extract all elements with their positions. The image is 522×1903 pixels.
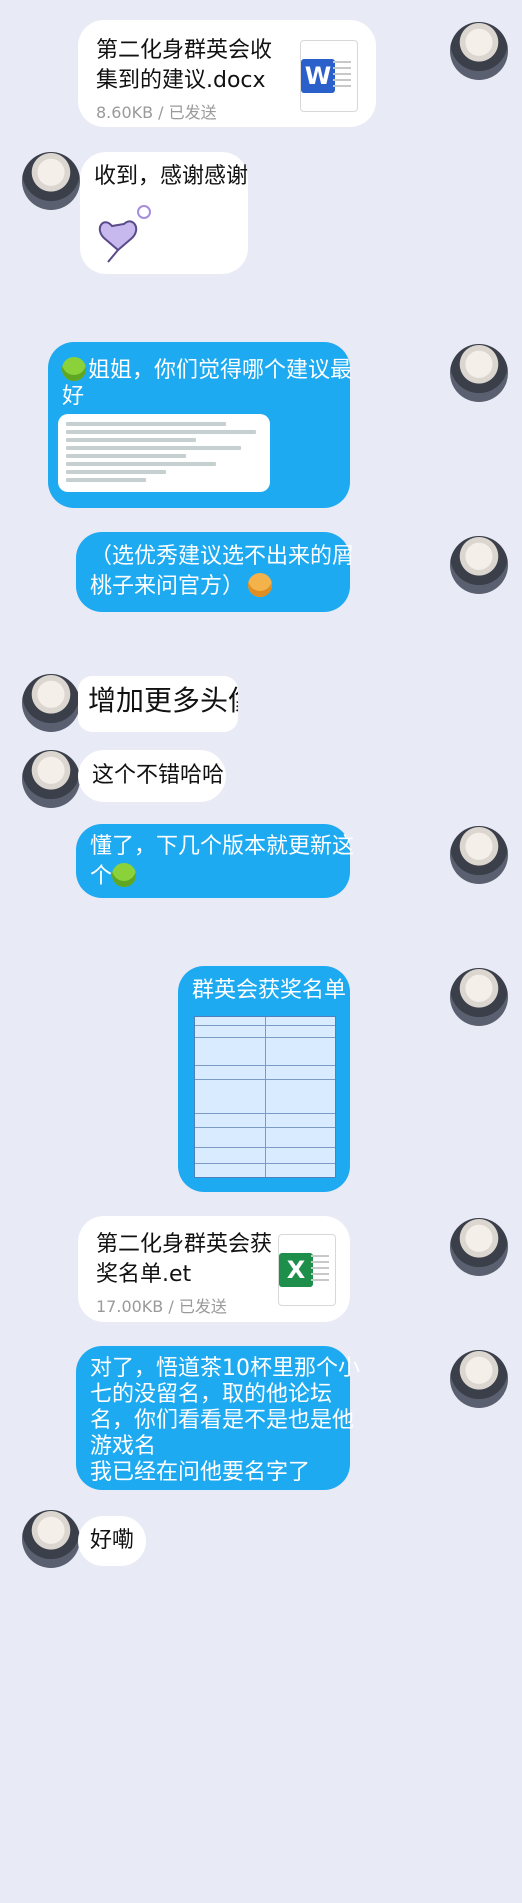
message-row-image-crop: 增加更多头像 [0, 670, 522, 740]
avatar[interactable] [22, 1510, 80, 1568]
message-text-line-2: 好 [62, 384, 85, 409]
text-bubble[interactable]: （选优秀建议选不出来的屑 桃子来问官方） [76, 532, 354, 612]
avatar[interactable] [450, 826, 508, 884]
message-row-ok: 好嘞 [0, 1508, 522, 1574]
message-text: 群英会获奖名单 [192, 978, 347, 1003]
message-text: 这个不错哈哈 [92, 763, 225, 788]
message-row-note: （选优秀建议选不出来的屑 桃子来问官方） [0, 530, 522, 620]
text-bubble[interactable]: 懂了，下几个版本就更新这 个 [76, 824, 354, 898]
message-text-line-1: （选优秀建议选不出来的屑 [90, 544, 355, 569]
message-text-line-1: 懂了，下几个版本就更新这 [90, 834, 355, 859]
message-row-winners: 群英会获奖名单 [0, 966, 522, 1196]
message-text: 收到，感谢感谢 [94, 164, 249, 189]
avatar[interactable] [22, 674, 80, 732]
file-meta: 17.00KB / 已发送 [96, 1297, 227, 1316]
text-bubble[interactable]: 对了，悟道茶10杯里那个小 七的没留名，取的他论坛 名，你们看看是不是也是他 游… [76, 1346, 360, 1490]
avatar[interactable] [22, 152, 80, 210]
winners-table-thumbnail[interactable] [194, 1016, 336, 1178]
image-bubble[interactable]: 增加更多头像 [78, 676, 238, 732]
excel-letter: X [279, 1253, 313, 1287]
message-text-line-2: 桃子来问官方） [90, 572, 274, 602]
message-row-understood: 懂了，下几个版本就更新这 个 [0, 822, 522, 902]
file-name-line-2: 奖名单.et [96, 1262, 192, 1287]
message-text-line-5: 我已经在问他要名字了 [90, 1460, 311, 1485]
file-meta: 8.60KB / 已发送 [96, 103, 217, 122]
word-doc-icon: W [300, 40, 358, 112]
suggestions-screenshot-thumbnail[interactable] [58, 414, 270, 492]
avatar[interactable] [450, 1350, 508, 1408]
frog-emoji-icon [112, 863, 137, 887]
message-row-docx: 第二化身群英会收 集到的建议.docx 8.60KB / 已发送 W [0, 0, 522, 160]
message-row-et-file: 第二化身群英会获 奖名单.et 17.00KB / 已发送 X [0, 1214, 522, 1334]
cropped-image-text: 增加更多头像 [88, 684, 238, 717]
text-bubble[interactable]: 收到，感谢感谢 [80, 152, 248, 274]
avatar[interactable] [450, 22, 508, 80]
file-name-line-1: 第二化身群英会收 [96, 38, 273, 63]
avatar[interactable] [22, 750, 80, 808]
text-bubble[interactable]: 好嘞 [78, 1516, 146, 1566]
avatar[interactable] [450, 344, 508, 402]
message-row-question: 姐姐，你们觉得哪个建议最 好 [0, 340, 522, 510]
file-name-line-2: 集到的建议.docx [96, 68, 266, 93]
text-bubble-with-image[interactable]: 姐姐，你们觉得哪个建议最 好 [48, 342, 352, 508]
message-text-line-1: 姐姐，你们觉得哪个建议最 [62, 356, 352, 386]
message-row-received-thanks: 收到，感谢感谢 [0, 150, 522, 280]
excel-sheet-icon: X [278, 1234, 336, 1306]
text-bubble-with-image[interactable]: 群英会获奖名单 [178, 966, 350, 1192]
message-text-line-2: 个 [90, 862, 138, 892]
avatar[interactable] [450, 536, 508, 594]
purple-heart-sticker-icon [98, 205, 151, 263]
message-row-nice: 这个不错哈哈 [0, 748, 522, 808]
avatar[interactable] [450, 968, 508, 1026]
avatar[interactable] [450, 1218, 508, 1276]
word-letter: W [301, 59, 335, 93]
text-bubble[interactable]: 这个不错哈哈 [78, 750, 226, 802]
doge-emoji-icon [248, 573, 273, 597]
file-bubble-docx[interactable]: 第二化身群英会收 集到的建议.docx 8.60KB / 已发送 W [78, 20, 376, 127]
file-name-line-1: 第二化身群英会获 [96, 1232, 273, 1257]
frog-emoji-icon [62, 357, 86, 381]
message-row-long: 对了，悟道茶10杯里那个小 七的没留名，取的他论坛 名，你们看看是不是也是他 游… [0, 1346, 522, 1496]
message-text: 好嘞 [90, 1528, 135, 1553]
file-bubble-et[interactable]: 第二化身群英会获 奖名单.et 17.00KB / 已发送 X [78, 1216, 350, 1322]
